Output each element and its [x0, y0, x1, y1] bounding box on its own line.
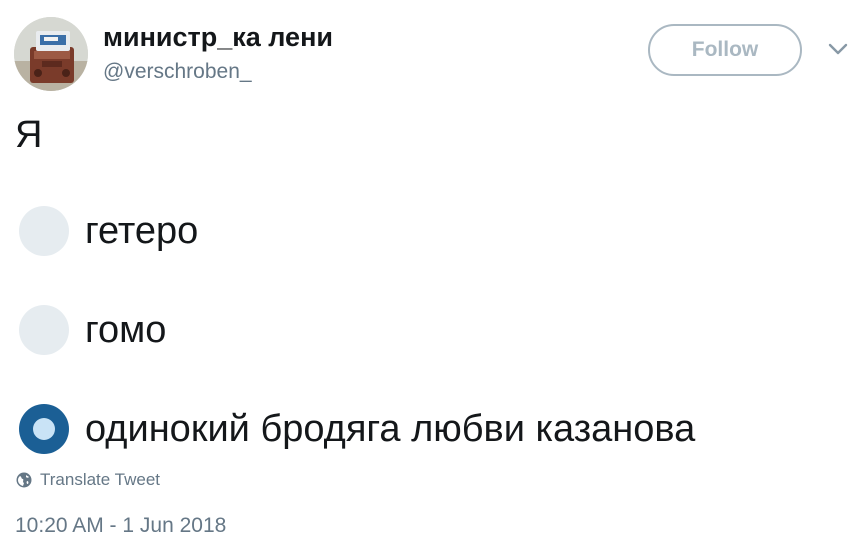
- avatar[interactable]: [14, 17, 88, 91]
- follow-button[interactable]: Follow: [648, 24, 802, 76]
- poll-option[interactable]: гомо: [19, 305, 166, 355]
- poll-option-label: гомо: [85, 308, 167, 351]
- poll-option[interactable]: гетеро: [19, 206, 198, 256]
- poll-option-label: одинокий бродяга любви казанова: [85, 407, 696, 450]
- tweet-menu-button[interactable]: [825, 38, 851, 60]
- radio-unselected[interactable]: [19, 305, 69, 355]
- avatar-photo-icon: [14, 17, 88, 91]
- radio-selected[interactable]: [19, 404, 69, 454]
- poll-option-selected[interactable]: одинокий бродяга любви казанова: [19, 404, 695, 454]
- tweet-timestamp[interactable]: 10:20 AM - 1 Jun 2018: [15, 514, 226, 538]
- user-handle[interactable]: @verschroben_: [103, 60, 252, 84]
- translate-tweet-link[interactable]: Translate Tweet: [16, 470, 160, 490]
- translate-tweet-label: Translate Tweet: [40, 470, 161, 489]
- poll-option-label: гетеро: [85, 209, 199, 252]
- radio-unselected[interactable]: [19, 206, 69, 256]
- tweet-text: Я: [15, 114, 43, 156]
- chevron-down-icon: [828, 43, 848, 55]
- globe-icon: [16, 472, 32, 488]
- display-name[interactable]: министр_ка лени: [103, 22, 333, 53]
